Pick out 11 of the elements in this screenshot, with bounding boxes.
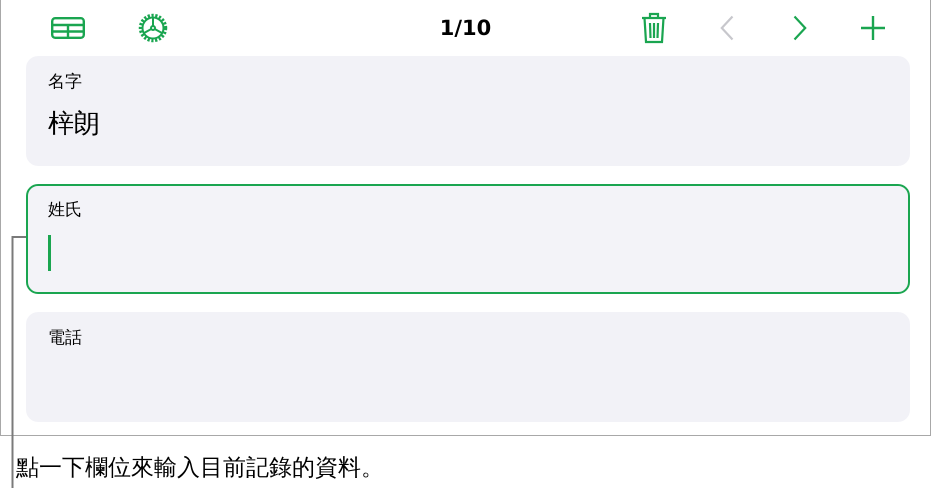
input-field[interactable]: 姓氏 [26,184,910,294]
gear-icon [137,12,169,44]
input-field[interactable]: 電話 [26,312,910,422]
chevron-left-icon [720,15,734,41]
plus-icon [860,15,886,41]
caption: 點一下欄位來輸入目前記錄的資料。 [16,454,384,483]
table-icon [51,17,85,39]
trash-icon [641,12,667,44]
input-field[interactable]: 名字 梓朗 [26,56,910,166]
chevron-right-icon [793,15,807,41]
record-counter: 1/10 [440,16,492,40]
